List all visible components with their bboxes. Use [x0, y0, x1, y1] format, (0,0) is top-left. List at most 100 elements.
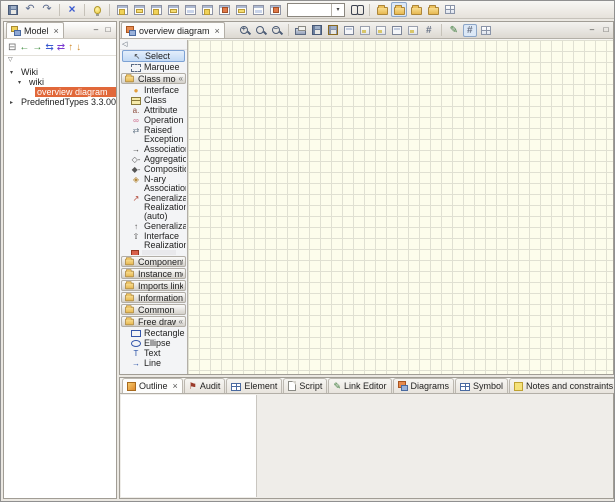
expand-arrow-icon[interactable]: ▾ — [18, 79, 27, 86]
view-button-9[interactable] — [250, 2, 266, 17]
palette-item-raised-exception[interactable]: ⇄Raised Exception — [120, 125, 187, 144]
zoom-in-button[interactable]: + — [237, 24, 251, 37]
editor-tab-overview-diagram[interactable]: overview diagram × — [121, 22, 225, 38]
tab-element[interactable]: Element — [226, 378, 282, 393]
palette-section-instance-model[interactable]: Instance model — [121, 268, 186, 279]
view-button-5[interactable] — [182, 2, 198, 17]
tree-item-predefined-types[interactable]: ▸ PredefinedTypes 3.3.00 — [6, 97, 116, 107]
redo-button[interactable]: ↷ — [39, 2, 55, 17]
maximize-icon[interactable]: □ — [600, 25, 612, 36]
search-button[interactable] — [349, 2, 365, 17]
zoom-original-button[interactable] — [253, 24, 267, 37]
tree-item-overview-diagram[interactable]: overview diagram — [22, 87, 116, 97]
back-icon[interactable]: ← — [19, 42, 29, 53]
zoom-out-button[interactable]: − — [269, 24, 283, 37]
tip-button[interactable] — [89, 2, 105, 17]
tree-item-wiki-package[interactable]: ▾ wiki — [14, 77, 116, 87]
palette-item-aggregation[interactable]: ◇-Aggregation — [120, 154, 187, 164]
palette-item-composition[interactable]: ◆-Composition — [120, 164, 187, 174]
folder-button-2[interactable] — [391, 2, 407, 17]
tab-diagrams[interactable]: Diagrams — [393, 378, 455, 393]
palette-item-generalization[interactable]: ↑Generalization — [120, 221, 187, 231]
view-button-4[interactable] — [165, 2, 181, 17]
export-image-button[interactable] — [326, 24, 340, 37]
collapse-chevron-icon[interactable]: « — [179, 317, 183, 326]
tree-item-wiki-project[interactable]: ▾ Wiki — [6, 67, 116, 77]
view-button-10[interactable] — [267, 2, 283, 17]
view-button-6[interactable] — [199, 2, 215, 17]
minimize-icon[interactable]: – — [586, 25, 598, 36]
view-menu-icon[interactable]: ▽ — [4, 56, 116, 65]
marquee-icon — [131, 64, 141, 72]
view-button-2[interactable] — [131, 2, 147, 17]
palette-item-generalization-realization-auto[interactable]: ↗Generalizatio... Realization (auto) — [120, 193, 187, 221]
save-button[interactable] — [5, 2, 21, 17]
save-diagram-button[interactable] — [310, 24, 324, 37]
palette-item-interface[interactable]: ●Interface — [120, 85, 187, 95]
palette-section-free-drawing[interactable]: Free drawing« — [121, 316, 186, 327]
palette-section-class-model[interactable]: Class model« — [121, 73, 186, 84]
palette-item-nary-association[interactable]: ◈N-ary Association — [120, 174, 187, 193]
tab-notes-and-constraints[interactable]: Notes and constraints — [509, 378, 615, 393]
palette-item-association[interactable]: →Association — [120, 144, 187, 154]
palette-item-text[interactable]: TText — [120, 348, 187, 358]
palette-item-operation[interactable]: ∞Operation — [120, 115, 187, 125]
view-button-8[interactable] — [233, 2, 249, 17]
previous-link-icon[interactable]: ⇆ — [45, 42, 53, 53]
model-view-tab[interactable]: Model × — [6, 22, 64, 38]
folder-button-3[interactable] — [408, 2, 424, 17]
tab-symbol[interactable]: Symbol — [455, 378, 508, 393]
collapse-chevron-icon[interactable]: « — [179, 74, 183, 83]
tab-outline[interactable]: Outline × — [122, 378, 183, 393]
diagram-tool-button-1[interactable] — [358, 24, 372, 37]
move-up-icon[interactable]: ↑ — [68, 42, 73, 53]
page-layout-button[interactable] — [479, 24, 493, 37]
selection-frame-button[interactable] — [342, 24, 356, 37]
configuration-button[interactable]: × — [64, 2, 80, 17]
tab-script[interactable]: Script — [283, 378, 327, 393]
next-link-icon[interactable]: ⇄ — [57, 42, 65, 53]
search-combo[interactable]: ▾ — [287, 3, 345, 17]
outline-content[interactable] — [121, 395, 257, 497]
palette-item-attribute[interactable]: a.Attribute — [120, 105, 187, 115]
collapse-all-icon[interactable]: ⊟ — [8, 42, 16, 53]
diagram-tool-button-4[interactable] — [406, 24, 420, 37]
palette-section-common[interactable]: Common — [121, 304, 186, 315]
diagram-canvas[interactable] — [188, 40, 613, 374]
snap-to-grid-button[interactable]: # — [463, 24, 477, 37]
table-view-button[interactable] — [442, 2, 458, 17]
view-button-1[interactable] — [114, 2, 130, 17]
show-grid-button[interactable]: # — [422, 24, 436, 37]
diagram-tool-button-2[interactable] — [374, 24, 388, 37]
folder-button-1[interactable] — [374, 2, 390, 17]
palette-collapse-icon[interactable]: ◁ — [120, 41, 187, 50]
tab-link-editor[interactable]: ✎ Link Editor — [328, 378, 391, 393]
maximize-icon[interactable]: □ — [102, 25, 114, 36]
diagram-tool-button-3[interactable] — [390, 24, 404, 37]
close-icon[interactable]: × — [54, 26, 59, 36]
palette-section-information-flo-[interactable]: Information Flo... — [121, 292, 186, 303]
palette-item-rectangle[interactable]: Rectangle — [120, 328, 187, 338]
move-down-icon[interactable]: ↓ — [76, 42, 81, 53]
view-button-7[interactable] — [216, 2, 232, 17]
view-button-3[interactable] — [148, 2, 164, 17]
print-button[interactable] — [294, 24, 308, 37]
expand-arrow-icon[interactable]: ▸ — [10, 99, 19, 106]
palette-item-class[interactable]: Class — [120, 95, 187, 105]
palette-item-ellipse[interactable]: Ellipse — [120, 338, 187, 348]
palette-item-select[interactable]: ↖Select — [122, 50, 185, 62]
palette-item-marquee[interactable]: Marquee — [120, 62, 187, 72]
expand-arrow-icon[interactable]: ▾ — [10, 69, 19, 76]
palette-item-line[interactable]: →Line — [120, 358, 187, 368]
forward-icon[interactable]: → — [32, 42, 42, 53]
close-icon[interactable]: × — [173, 381, 178, 391]
minimize-icon[interactable]: – — [90, 25, 102, 36]
edit-style-button[interactable]: ✎ — [447, 24, 461, 37]
folder-button-4[interactable] — [425, 2, 441, 17]
palette-section-component-mo-[interactable]: Component mo... — [121, 256, 186, 267]
tab-audit[interactable]: ⚑ Audit — [184, 378, 226, 393]
close-icon[interactable]: × — [215, 26, 220, 36]
undo-button[interactable]: ↶ — [22, 2, 38, 17]
palette-section-imports-links[interactable]: Imports links — [121, 280, 186, 291]
palette-item-interface-realization[interactable]: ⇧Interface Realization — [120, 231, 187, 250]
